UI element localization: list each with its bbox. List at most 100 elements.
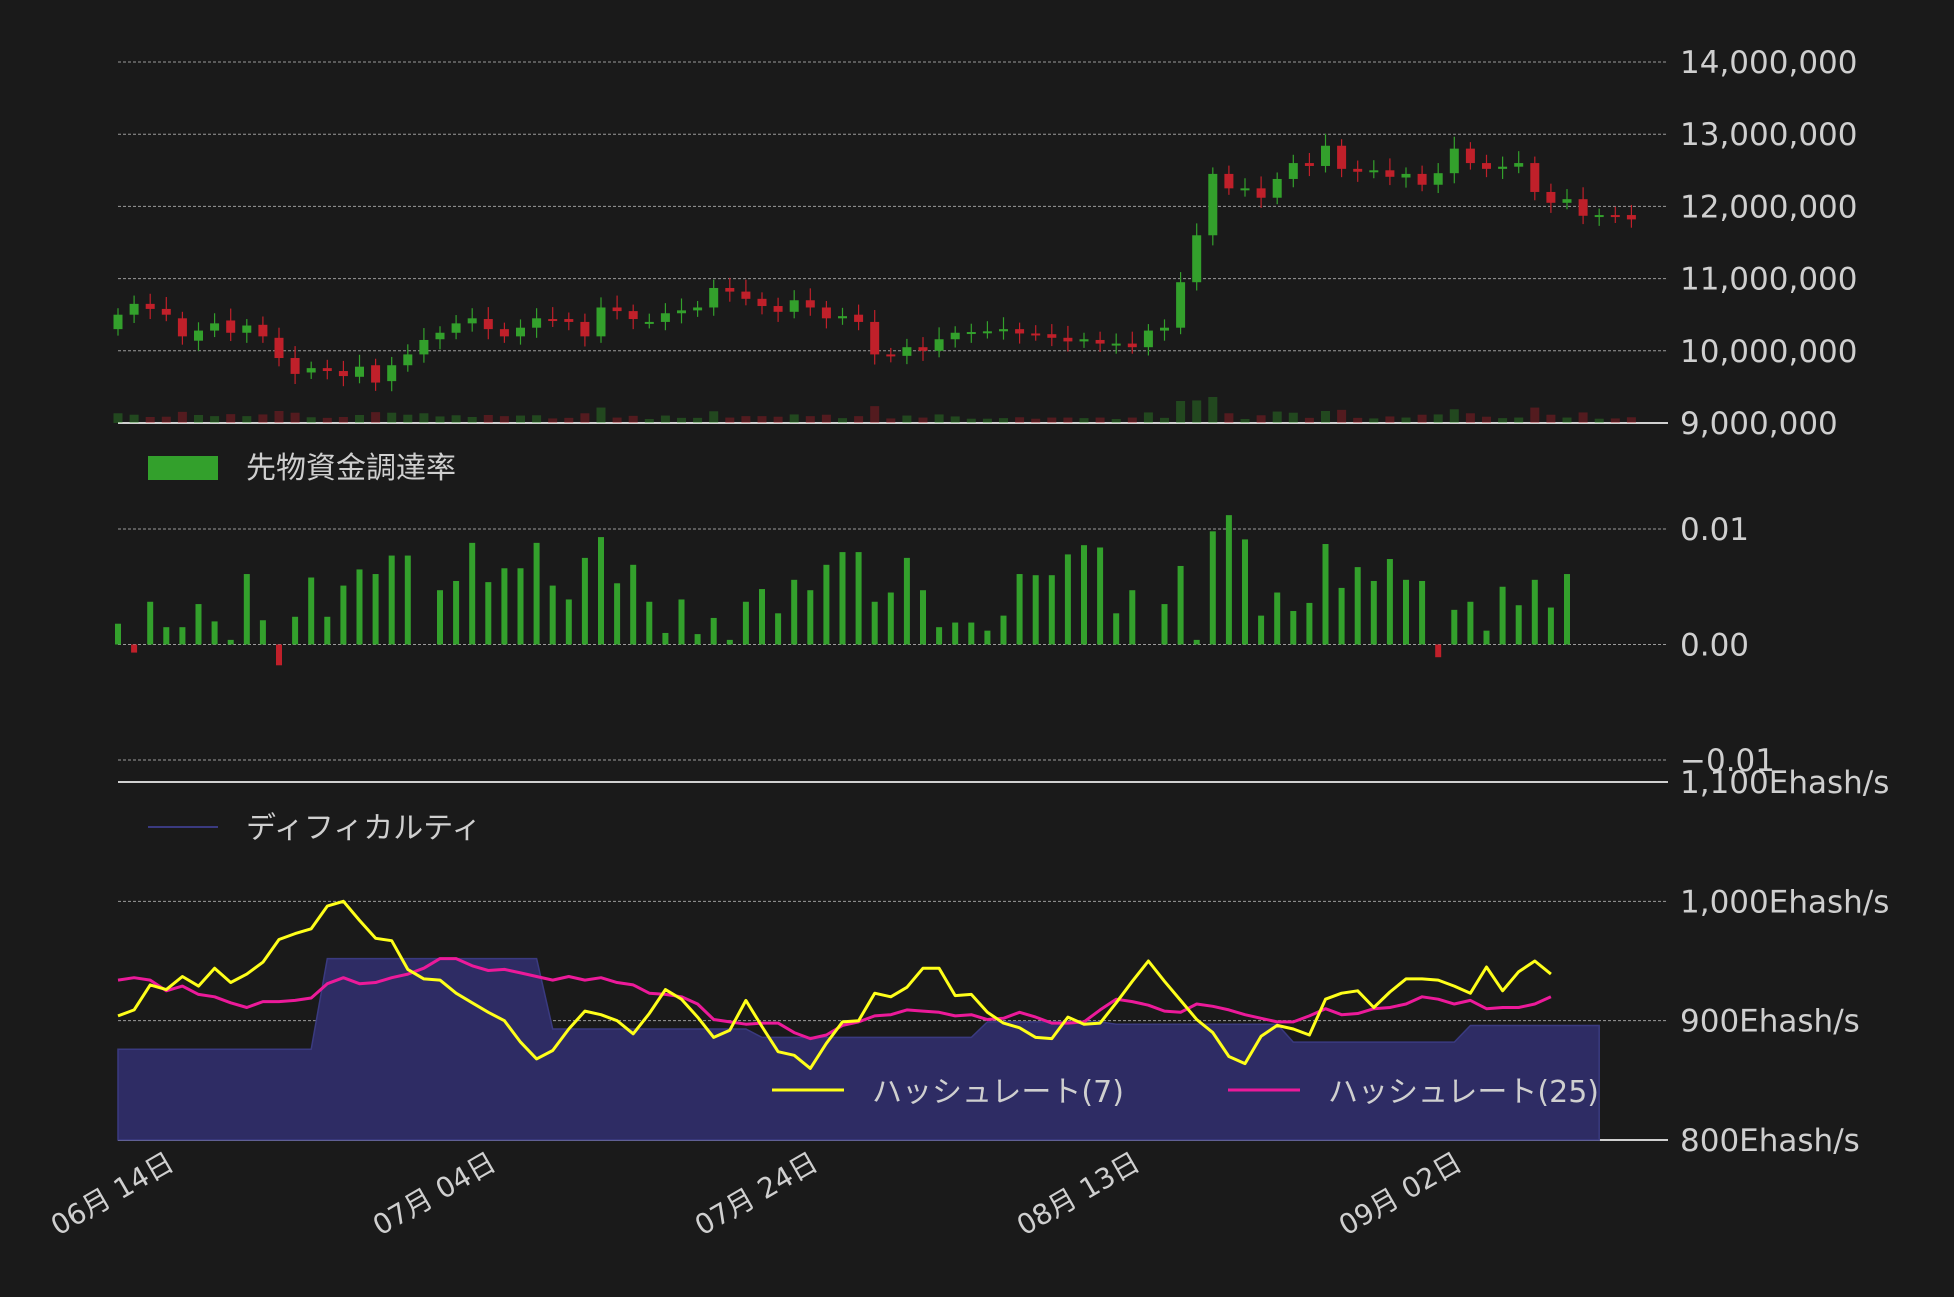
volume-bar [1063,417,1073,423]
funding-bar [1177,565,1184,645]
funding-bar [1242,539,1248,645]
funding-bar [984,630,991,645]
funding-bar [1419,580,1426,645]
candle-body [145,303,155,309]
candle-body [274,337,284,359]
volume-bar [1176,401,1186,423]
funding-bar [147,601,154,645]
volume-bar [1288,412,1298,423]
candle-body [210,323,220,331]
candle-body [1256,188,1266,198]
candle-body [1272,178,1282,198]
funding-bar [1403,579,1409,645]
funding-bar [404,555,411,645]
volume-bar [709,411,719,423]
funding-bar [581,557,588,645]
volume-bar [483,415,493,423]
volume-bar [693,417,703,423]
volume-bar [1482,416,1491,423]
volume-bar [1304,417,1314,423]
candle-body [725,287,735,292]
volume-bar [725,417,735,423]
volume-bar [338,417,348,423]
funding-bar [1290,611,1297,645]
candle-body [161,308,171,315]
volume-bar [419,413,429,423]
volume-bar [1127,417,1137,423]
volume-bar [1626,417,1636,423]
volume-bar [982,418,992,423]
volume-bar [757,416,767,423]
candle-body [1304,163,1314,166]
volume-bar [1095,417,1105,423]
candle-body [773,306,783,312]
volume-bar [934,414,944,423]
candle-body [1337,145,1347,169]
candle-body [596,307,606,337]
candle-body [1015,329,1025,334]
difficulty-legend-label: ディフィカルティ [246,811,482,846]
candle-body [1449,148,1459,174]
candle-body [290,358,300,374]
candle-body [1385,170,1395,177]
candle-body [1530,163,1540,192]
volume-bar [177,411,187,423]
candle-body [483,319,493,330]
funding-bar [1322,544,1329,645]
volume-bar [854,416,864,423]
funding-bar [1016,574,1023,645]
funding-bar [356,569,363,645]
candle-body [564,319,574,322]
candle-body [1626,215,1636,220]
candle-body [499,329,509,337]
candle-body [902,347,912,356]
funding-bar [678,599,685,645]
funding-legend-swatch [148,456,218,480]
funding-bar [1048,575,1055,645]
volume-bar [1514,417,1524,423]
candle-body [950,332,960,340]
funding-bar [1032,575,1039,645]
candle-body [934,339,944,351]
volume-bar [773,416,783,423]
volume-bar [1031,418,1041,423]
candle-body [226,320,236,333]
candle-body [677,310,686,314]
volume-bar [1465,413,1475,423]
funding-bar [131,644,138,653]
candle-body [403,354,413,366]
funding-tick-label: 0.01 [1680,512,1749,548]
candle-body [306,368,316,373]
volume-bar [210,416,220,423]
volume-bar [1385,416,1395,423]
volume-bar [1449,409,1459,423]
candle-body [757,298,767,307]
candle-body [1482,163,1491,169]
candle-body [419,339,429,355]
volume-bar [242,416,252,423]
funding-bar [469,542,476,645]
candle-body [580,321,590,337]
hashrate7-legend-label: ハッシュレート(7) [872,1075,1124,1110]
candle-body [322,368,332,372]
volume-bar [902,415,912,423]
funding-bar [1499,586,1506,645]
funding-bar [791,579,798,645]
candle-body [741,291,751,299]
candle-body [1224,173,1234,189]
candle-body [194,330,203,341]
candle-body [1208,173,1218,236]
volume-bar [1256,415,1266,423]
funding-bar [742,601,749,645]
volume-bar [596,407,606,423]
funding-bar [1225,515,1232,645]
volume-bar [1498,418,1508,423]
volume-bar [1578,412,1588,423]
candle-body [451,323,461,333]
funding-bar [437,590,443,645]
funding-bar [662,632,669,645]
candle-body [870,321,880,355]
funding-bar [823,564,830,645]
funding-bar [1467,601,1474,645]
volume-bar [226,414,236,423]
